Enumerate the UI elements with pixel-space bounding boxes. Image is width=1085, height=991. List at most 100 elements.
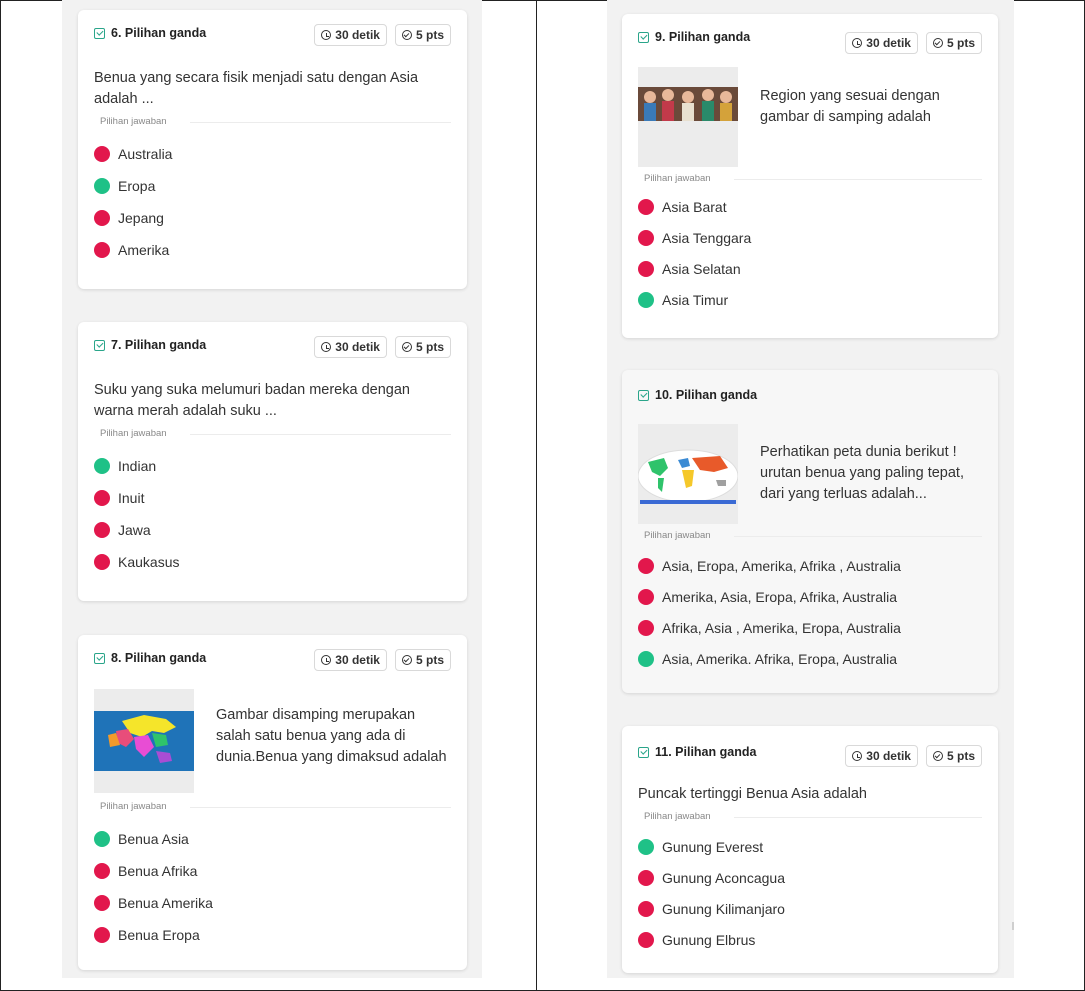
option-item[interactable]: Gunung Everest: [638, 831, 982, 862]
options-heading: Pilihan jawaban: [100, 801, 451, 813]
option-label: Amerika: [118, 242, 170, 258]
question-text: Gambar disamping merupakan salah satu be…: [216, 707, 447, 765]
question-card-10[interactable]: 10. Pilihan ganda Perhatikan peta dunia …: [622, 370, 998, 693]
option-item[interactable]: Inuit: [94, 482, 451, 514]
wrong-answer-dot: [638, 869, 654, 886]
option-label: Asia, Amerika. Afrika, Eropa, Australia: [662, 650, 897, 667]
time-badge[interactable]: 30 detik: [314, 336, 387, 358]
option-item[interactable]: Asia, Amerika. Afrika, Eropa, Australia: [638, 643, 982, 674]
correct-answer-dot: [638, 838, 654, 855]
option-label: Asia Selatan: [662, 260, 741, 277]
world-map-illustration: [638, 449, 738, 504]
option-item[interactable]: Gunung Aconcagua: [638, 862, 982, 893]
option-label: Benua Eropa: [118, 927, 200, 943]
time-label: 30 detik: [866, 36, 911, 50]
option-item[interactable]: Benua Afrika: [94, 855, 451, 887]
time-badge[interactable]: 30 detik: [845, 745, 918, 767]
question-text: Puncak tertinggi Benua Asia adalah: [638, 786, 867, 802]
option-label: Jawa: [118, 522, 151, 538]
options-heading-text: Pilihan jawaban: [100, 428, 167, 439]
option-label: Amerika, Asia, Eropa, Afrika, Australia: [662, 588, 897, 605]
wrong-answer-dot: [638, 931, 654, 948]
option-item[interactable]: Gunung Elbrus: [638, 924, 982, 955]
question-card-7[interactable]: 7. Pilihan ganda 30 detik 5 pts Suku yan…: [78, 322, 467, 601]
option-label: Gunung Aconcagua: [662, 869, 785, 886]
scrollbar-thumb[interactable]: [1012, 922, 1014, 930]
option-item[interactable]: Eropa: [94, 170, 451, 202]
question-title: 9. Pilihan ganda: [638, 30, 750, 44]
option-item[interactable]: Benua Asia: [94, 823, 451, 855]
option-label: Asia Tenggara: [662, 229, 752, 246]
question-title: 7. Pilihan ganda: [94, 338, 206, 352]
option-label: Gunung Elbrus: [662, 931, 756, 948]
question-card-8[interactable]: 8. Pilihan ganda 30 detik 5 pts Gambar d…: [78, 635, 467, 970]
question-body: Region yang sesuai dengan gambar di samp…: [638, 67, 982, 167]
option-label: Asia Timur: [662, 291, 729, 308]
check-circle-icon: [401, 342, 412, 352]
points-badge[interactable]: 5 pts: [394, 24, 451, 46]
time-badge[interactable]: 30 detik: [314, 24, 387, 46]
option-item[interactable]: Jawa: [94, 514, 451, 546]
people-photo-image: [638, 67, 738, 167]
option-item[interactable]: Afrika, Asia , Amerika, Eropa, Australia: [638, 612, 982, 643]
option-item[interactable]: Amerika, Asia, Eropa, Afrika, Australia: [638, 581, 982, 612]
asia-map-image: [94, 689, 194, 793]
question-title: 8. Pilihan ganda: [94, 651, 206, 665]
wrong-answer-dot: [638, 260, 654, 277]
option-label: Indian: [118, 458, 157, 474]
question-badges: 30 detik 5 pts: [314, 336, 451, 358]
option-item[interactable]: Asia, Eropa, Amerika, Afrika , Australia: [638, 550, 982, 581]
time-badge[interactable]: 30 detik: [314, 649, 387, 671]
option-item[interactable]: Asia Tenggara: [638, 222, 982, 253]
option-item[interactable]: Indian: [94, 450, 451, 482]
question-header: 10. Pilihan ganda: [638, 370, 982, 414]
option-item[interactable]: Asia Timur: [638, 284, 982, 315]
question-title-text: 8. Pilihan ganda: [111, 651, 207, 665]
wrong-answer-dot: [94, 146, 110, 162]
clock-icon: [321, 342, 332, 352]
options-heading: Pilihan jawaban: [644, 173, 982, 185]
option-item[interactable]: Australia: [94, 138, 451, 170]
question-card-6[interactable]: 6. Pilihan ganda 30 detik 5 pts Benua ya…: [78, 10, 467, 289]
question-title-text: 6. Pilihan ganda: [111, 26, 207, 40]
question-header: 11. Pilihan ganda 30 detik 5 pts: [638, 726, 982, 770]
column-divider: [536, 0, 537, 991]
wrong-answer-dot: [638, 229, 654, 246]
option-item[interactable]: Gunung Kilimanjaro: [638, 893, 982, 924]
checkbox-icon: [638, 746, 649, 758]
option-item[interactable]: Asia Selatan: [638, 253, 982, 284]
check-circle-icon: [401, 30, 412, 40]
wrong-answer-dot: [638, 619, 654, 636]
option-label: Australia: [118, 146, 173, 162]
option-item[interactable]: Amerika: [94, 234, 451, 266]
time-badge[interactable]: 30 detik: [845, 32, 918, 54]
question-card-9[interactable]: 9. Pilihan ganda 30 detik 5 pts Region y…: [622, 14, 998, 338]
options-heading-text: Pilihan jawaban: [644, 530, 711, 541]
points-badge[interactable]: 5 pts: [925, 745, 982, 767]
option-item[interactable]: Jepang: [94, 202, 451, 234]
points-badge[interactable]: 5 pts: [394, 649, 451, 671]
options-heading: Pilihan jawaban: [100, 116, 451, 128]
options-heading: Pilihan jawaban: [644, 530, 982, 542]
question-card-11[interactable]: 11. Pilihan ganda 30 detik 5 pts Puncak …: [622, 726, 998, 973]
clock-icon: [321, 30, 332, 40]
points-label: 5 pts: [946, 36, 975, 50]
points-badge[interactable]: 5 pts: [394, 336, 451, 358]
time-label: 30 detik: [335, 653, 380, 667]
option-item[interactable]: Kaukasus: [94, 546, 451, 578]
option-item[interactable]: Benua Amerika: [94, 887, 451, 919]
time-label: 30 detik: [335, 28, 380, 42]
question-body: Perhatikan peta dunia berikut ! urutan b…: [638, 424, 982, 524]
question-header: 9. Pilihan ganda 30 detik 5 pts: [638, 14, 982, 58]
options-heading-text: Pilihan jawaban: [100, 116, 167, 127]
clock-icon: [852, 751, 863, 761]
checkbox-icon: [638, 31, 649, 43]
option-label: Kaukasus: [118, 554, 180, 570]
option-item[interactable]: Benua Eropa: [94, 919, 451, 951]
wrong-answer-dot: [638, 900, 654, 917]
question-text: Suku yang suka melumuri badan mereka den…: [94, 382, 410, 419]
correct-answer-dot: [94, 831, 110, 847]
points-badge[interactable]: 5 pts: [925, 32, 982, 54]
option-item[interactable]: Asia Barat: [638, 191, 982, 222]
options-list: Asia, Eropa, Amerika, Afrika , Australia…: [638, 550, 982, 674]
